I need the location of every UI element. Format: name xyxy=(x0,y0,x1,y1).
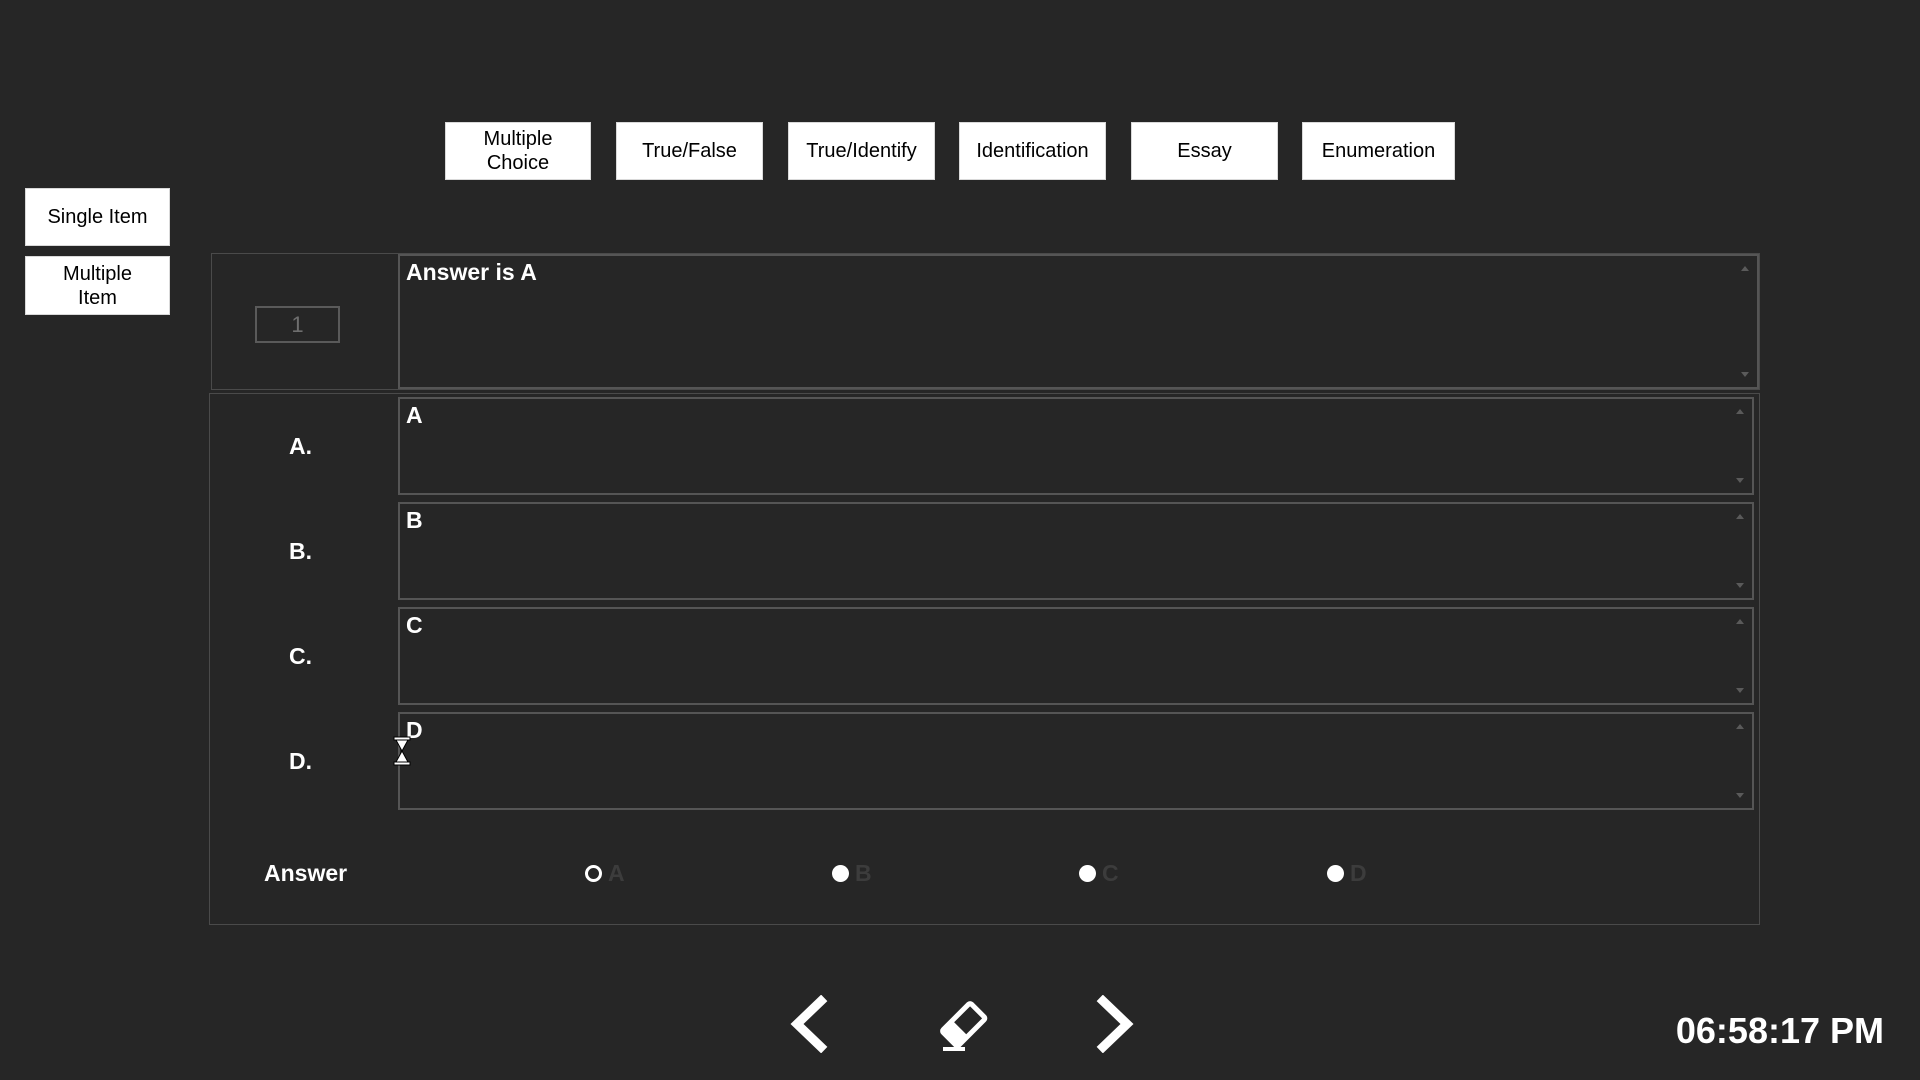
question-text-input[interactable]: Answer is A xyxy=(398,254,1759,389)
multiple-item-button[interactable]: Multiple Item xyxy=(25,256,170,315)
scroll-down-icon[interactable] xyxy=(1741,372,1749,377)
answer-option-a[interactable]: A xyxy=(585,860,625,887)
radio-d-label: D xyxy=(1350,860,1367,886)
radio-a[interactable] xyxy=(585,865,602,882)
scroll-down-icon[interactable] xyxy=(1736,478,1744,483)
choice-b-label: B. xyxy=(289,538,312,564)
choice-c-text: C xyxy=(406,612,423,638)
scroll-down-icon[interactable] xyxy=(1736,793,1744,798)
scroll-up-icon[interactable] xyxy=(1741,266,1749,271)
multiple-choice-button[interactable]: Multiple Choice xyxy=(445,122,591,180)
radio-b-label: B xyxy=(855,860,872,886)
choice-b-text: B xyxy=(406,507,423,533)
identification-button[interactable]: Identification xyxy=(959,122,1106,180)
choice-c-label: C. xyxy=(289,643,312,669)
radio-b[interactable] xyxy=(832,865,849,882)
choice-a-label: A. xyxy=(289,433,312,459)
enumeration-button[interactable]: Enumeration xyxy=(1302,122,1455,180)
scroll-down-icon[interactable] xyxy=(1736,583,1744,588)
question-number-field[interactable]: 1 xyxy=(255,306,340,343)
choice-a-text: A xyxy=(406,402,423,428)
choice-d-input[interactable]: D xyxy=(398,712,1754,810)
choice-a-input[interactable]: A xyxy=(398,397,1754,495)
scroll-up-icon[interactable] xyxy=(1736,619,1744,624)
radio-d[interactable] xyxy=(1327,865,1344,882)
choice-d-label: D. xyxy=(289,748,312,774)
answer-option-c[interactable]: C xyxy=(1079,860,1119,887)
answer-label: Answer xyxy=(264,860,348,886)
choice-c-input[interactable]: C xyxy=(398,607,1754,705)
chevron-right-icon[interactable] xyxy=(1093,995,1139,1053)
true-false-button[interactable]: True/False xyxy=(616,122,763,180)
chevron-left-icon[interactable] xyxy=(785,995,831,1053)
radio-c[interactable] xyxy=(1079,865,1096,882)
true-identify-button[interactable]: True/Identify xyxy=(788,122,935,180)
hourglass-cursor-icon xyxy=(393,736,411,766)
scroll-up-icon[interactable] xyxy=(1736,409,1744,414)
scroll-up-icon[interactable] xyxy=(1736,514,1744,519)
single-item-button[interactable]: Single Item xyxy=(25,188,170,246)
essay-button[interactable]: Essay xyxy=(1131,122,1278,180)
question-text: Answer is A xyxy=(406,259,537,285)
scroll-down-icon[interactable] xyxy=(1736,688,1744,693)
choice-b-input[interactable]: B xyxy=(398,502,1754,600)
answer-option-d[interactable]: D xyxy=(1327,860,1367,887)
eraser-icon[interactable] xyxy=(935,995,991,1053)
clock: 06:58:17 PM xyxy=(1675,1010,1884,1051)
scroll-up-icon[interactable] xyxy=(1736,724,1744,729)
answer-option-b[interactable]: B xyxy=(832,860,872,887)
radio-a-label: A xyxy=(608,860,625,886)
radio-c-label: C xyxy=(1102,860,1119,886)
